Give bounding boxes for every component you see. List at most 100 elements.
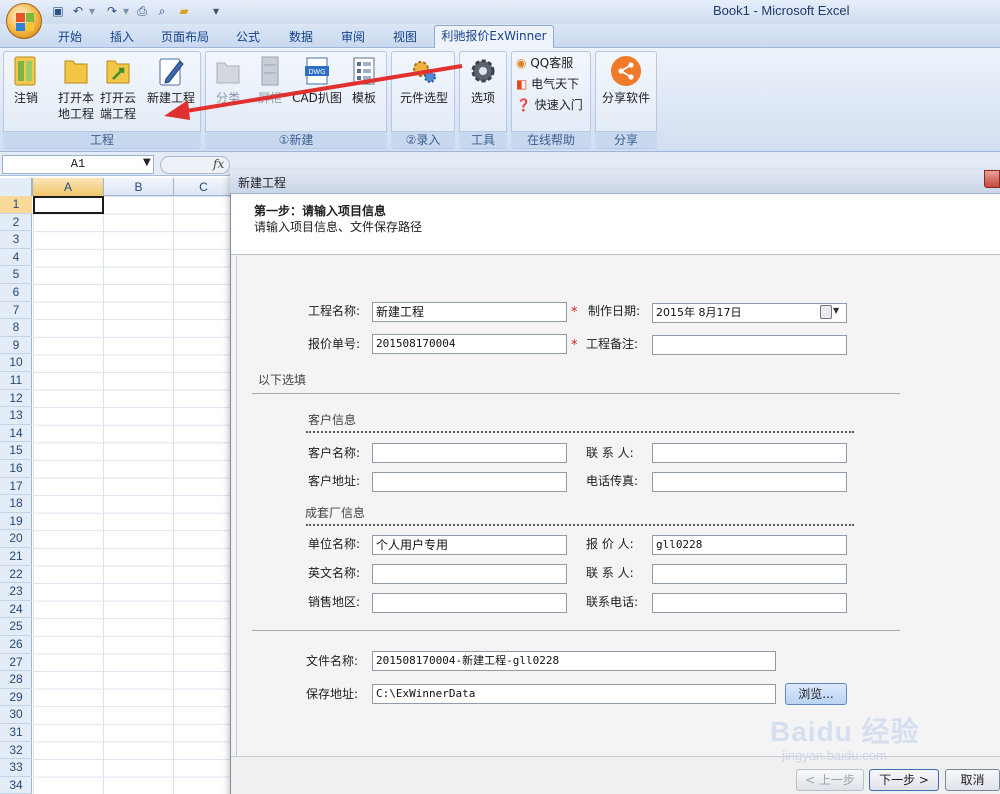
step-subtitle: 请输入项目信息、文件保存路径 [254, 220, 423, 234]
share-software-button[interactable]: 分享软件 [598, 55, 654, 106]
customize-qat-icon[interactable]: ▾ [208, 4, 224, 18]
gear-icon [471, 59, 495, 83]
row-header[interactable]: 12 [0, 390, 32, 408]
qq-service-button[interactable]: ◉ QQ客服 [516, 54, 588, 72]
name-box-dropdown-icon[interactable]: ▼ [143, 157, 151, 168]
project-name-input[interactable]: 新建工程 [372, 302, 567, 322]
phone-fax-label: 电话传真: [586, 474, 639, 488]
row-header[interactable]: 31 [0, 724, 32, 742]
row-header[interactable]: 15 [0, 442, 32, 460]
date-picker[interactable]: 2015年 8月17日 [652, 303, 847, 323]
unit-name-input[interactable]: 个人用户专用 [372, 535, 567, 555]
row-header[interactable]: 30 [0, 706, 32, 724]
open-local-project-button[interactable]: 打开本 地工程 [54, 55, 98, 122]
row-header[interactable]: 10 [0, 354, 32, 372]
tab-insert[interactable]: 插入 [102, 27, 142, 47]
row-header[interactable]: 1 [0, 196, 32, 214]
cancel-button[interactable]: 取消 [945, 769, 1000, 791]
quote-number-input[interactable]: 201508170004 [372, 334, 567, 354]
next-step-button[interactable]: 下一步 > [869, 769, 939, 791]
tab-home[interactable]: 开始 [50, 27, 90, 47]
row-header[interactable]: 21 [0, 548, 32, 566]
file-name-input[interactable]: 201508170004-新建工程-gll0228 [372, 651, 776, 671]
row-header[interactable]: 19 [0, 513, 32, 531]
print-preview-icon[interactable]: ⌕ [154, 4, 170, 18]
save-path-input[interactable]: C:\ExWinnerData [372, 684, 776, 704]
customer-info-heading: 客户信息 [308, 413, 357, 427]
browse-button[interactable]: 浏览... [785, 683, 847, 705]
row-header[interactable]: 5 [0, 266, 32, 284]
annotation-arrow [164, 64, 463, 120]
row-header[interactable]: 2 [0, 214, 32, 232]
tab-view[interactable]: 视图 [385, 27, 425, 47]
contact2-label: 联 系 人: [586, 566, 634, 580]
row-header[interactable]: 18 [0, 495, 32, 513]
contact-input[interactable] [652, 443, 847, 463]
column-header-b[interactable]: B [104, 178, 174, 196]
column-header-c[interactable]: C [174, 178, 234, 196]
electric-world-button[interactable]: ◧ 电气天下 [516, 75, 588, 93]
name-box[interactable]: A1 [2, 155, 154, 174]
date-label: 制作日期: [588, 304, 641, 318]
row-header[interactable]: 20 [0, 530, 32, 548]
logout-button[interactable]: 注销 [8, 55, 44, 106]
tab-exwinner[interactable]: 利驰报价ExWinner [434, 25, 554, 48]
baidu-watermark-brand: Baidu 经验 [770, 716, 920, 747]
tab-page-layout[interactable]: 页面布局 [155, 27, 215, 47]
tab-formulas[interactable]: 公式 [228, 27, 268, 47]
customer-address-input[interactable] [372, 472, 567, 492]
tab-data[interactable]: 数据 [281, 27, 321, 47]
row-header[interactable]: 24 [0, 601, 32, 619]
row-header[interactable]: 13 [0, 407, 32, 425]
row-header[interactable]: 11 [0, 372, 32, 390]
office-button[interactable] [6, 3, 42, 39]
remarks-input[interactable] [652, 335, 847, 355]
calendar-icon[interactable] [820, 305, 832, 319]
print-icon[interactable]: ⎙ [134, 4, 150, 18]
row-header[interactable]: 26 [0, 636, 32, 654]
redo-dropdown-icon[interactable]: ▾ [118, 4, 134, 18]
dialog-close-button[interactable] [984, 170, 1000, 188]
sales-region-input[interactable] [372, 593, 567, 613]
date-dropdown-icon[interactable]: ▼ [833, 306, 839, 315]
phone-fax-input[interactable] [652, 472, 847, 492]
quick-start-label: 快速入门 [534, 98, 583, 112]
file-name-label: 文件名称: [306, 654, 359, 668]
row-header[interactable]: 9 [0, 337, 32, 355]
row-header[interactable]: 25 [0, 618, 32, 636]
row-header[interactable]: 3 [0, 231, 32, 249]
row-header[interactable]: 32 [0, 742, 32, 760]
prev-step-button[interactable]: < 上一步 [796, 769, 864, 791]
english-name-input[interactable] [372, 564, 567, 584]
open-folder-icon[interactable]: ▰ [176, 4, 192, 18]
undo-dropdown-icon[interactable]: ▾ [84, 4, 100, 18]
row-header[interactable]: 4 [0, 249, 32, 267]
customer-name-input[interactable] [372, 443, 567, 463]
row-header[interactable]: 14 [0, 425, 32, 443]
row-header[interactable]: 17 [0, 478, 32, 496]
customer-info-divider [306, 431, 854, 433]
save-icon[interactable]: ▣ [50, 4, 66, 18]
contact2-input[interactable] [652, 564, 847, 584]
row-header[interactable]: 33 [0, 759, 32, 777]
row-header[interactable]: 23 [0, 583, 32, 601]
row-header[interactable]: 22 [0, 566, 32, 584]
row-header[interactable]: 29 [0, 689, 32, 707]
row-header[interactable]: 34 [0, 777, 32, 794]
fx-icon[interactable]: fx [213, 157, 224, 171]
quick-start-button[interactable]: ❓ 快速入门 [516, 96, 588, 114]
logout-label: 注销 [13, 91, 38, 105]
column-header-a[interactable]: A [33, 178, 104, 196]
contact-phone-input[interactable] [652, 593, 847, 613]
row-header[interactable]: 6 [0, 284, 32, 302]
row-header[interactable]: 28 [0, 671, 32, 689]
row-header[interactable]: 8 [0, 319, 32, 337]
row-header[interactable]: 27 [0, 654, 32, 672]
tab-review[interactable]: 审阅 [333, 27, 373, 47]
row-header[interactable]: 16 [0, 460, 32, 478]
active-cell-a1[interactable] [33, 196, 104, 214]
row-header[interactable]: 7 [0, 302, 32, 320]
open-cloud-project-button[interactable]: 打开云 端工程 [96, 55, 140, 122]
cell-grid[interactable] [33, 196, 232, 794]
quoter-input[interactable]: gll0228 [652, 535, 847, 555]
